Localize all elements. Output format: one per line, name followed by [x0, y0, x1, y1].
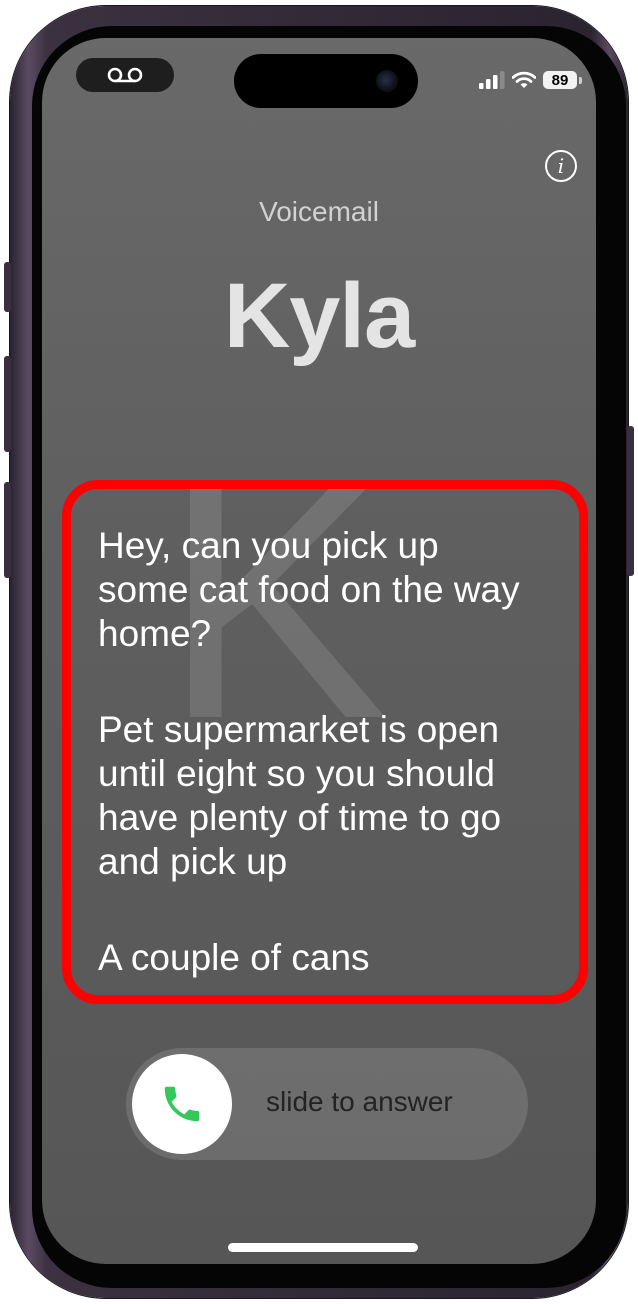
status-bar: 89: [479, 68, 582, 92]
info-icon[interactable]: i: [545, 150, 577, 182]
slide-to-answer-label: slide to answer: [266, 1086, 453, 1117]
voicemail-indicator[interactable]: [76, 58, 174, 92]
battery-level: 89: [551, 71, 569, 89]
transcript-paragraph: Hey, can you pick up some cat food on th…: [98, 525, 520, 654]
phone-icon: [164, 1086, 200, 1122]
slide-to-answer-slider[interactable]: slide to answer: [126, 1048, 528, 1160]
cellular-signal-icon: [479, 71, 505, 89]
answer-knob[interactable]: [132, 1054, 232, 1154]
dynamic-island: [234, 54, 418, 108]
voicemail-icon: [107, 67, 143, 83]
volume-down-button: [4, 482, 11, 578]
volume-up-button: [4, 356, 11, 452]
power-button: [627, 426, 634, 576]
battery-indicator: 89: [543, 71, 577, 89]
transcript-paragraph: A couple of cans: [98, 937, 370, 978]
battery-tip: [579, 76, 582, 84]
wifi-icon: [512, 71, 536, 88]
home-indicator[interactable]: [228, 1243, 418, 1252]
transcript-paragraph: Pet supermarket is open until eight so y…: [98, 709, 502, 882]
incoming-call-screen: 89 i Voicemail Kyla K Hey, can you pick …: [42, 38, 596, 1264]
call-type-label: Voicemail: [259, 196, 379, 227]
caller-name: Kyla: [223, 265, 415, 367]
camera-icon: [376, 70, 398, 92]
action-button: [4, 262, 11, 312]
